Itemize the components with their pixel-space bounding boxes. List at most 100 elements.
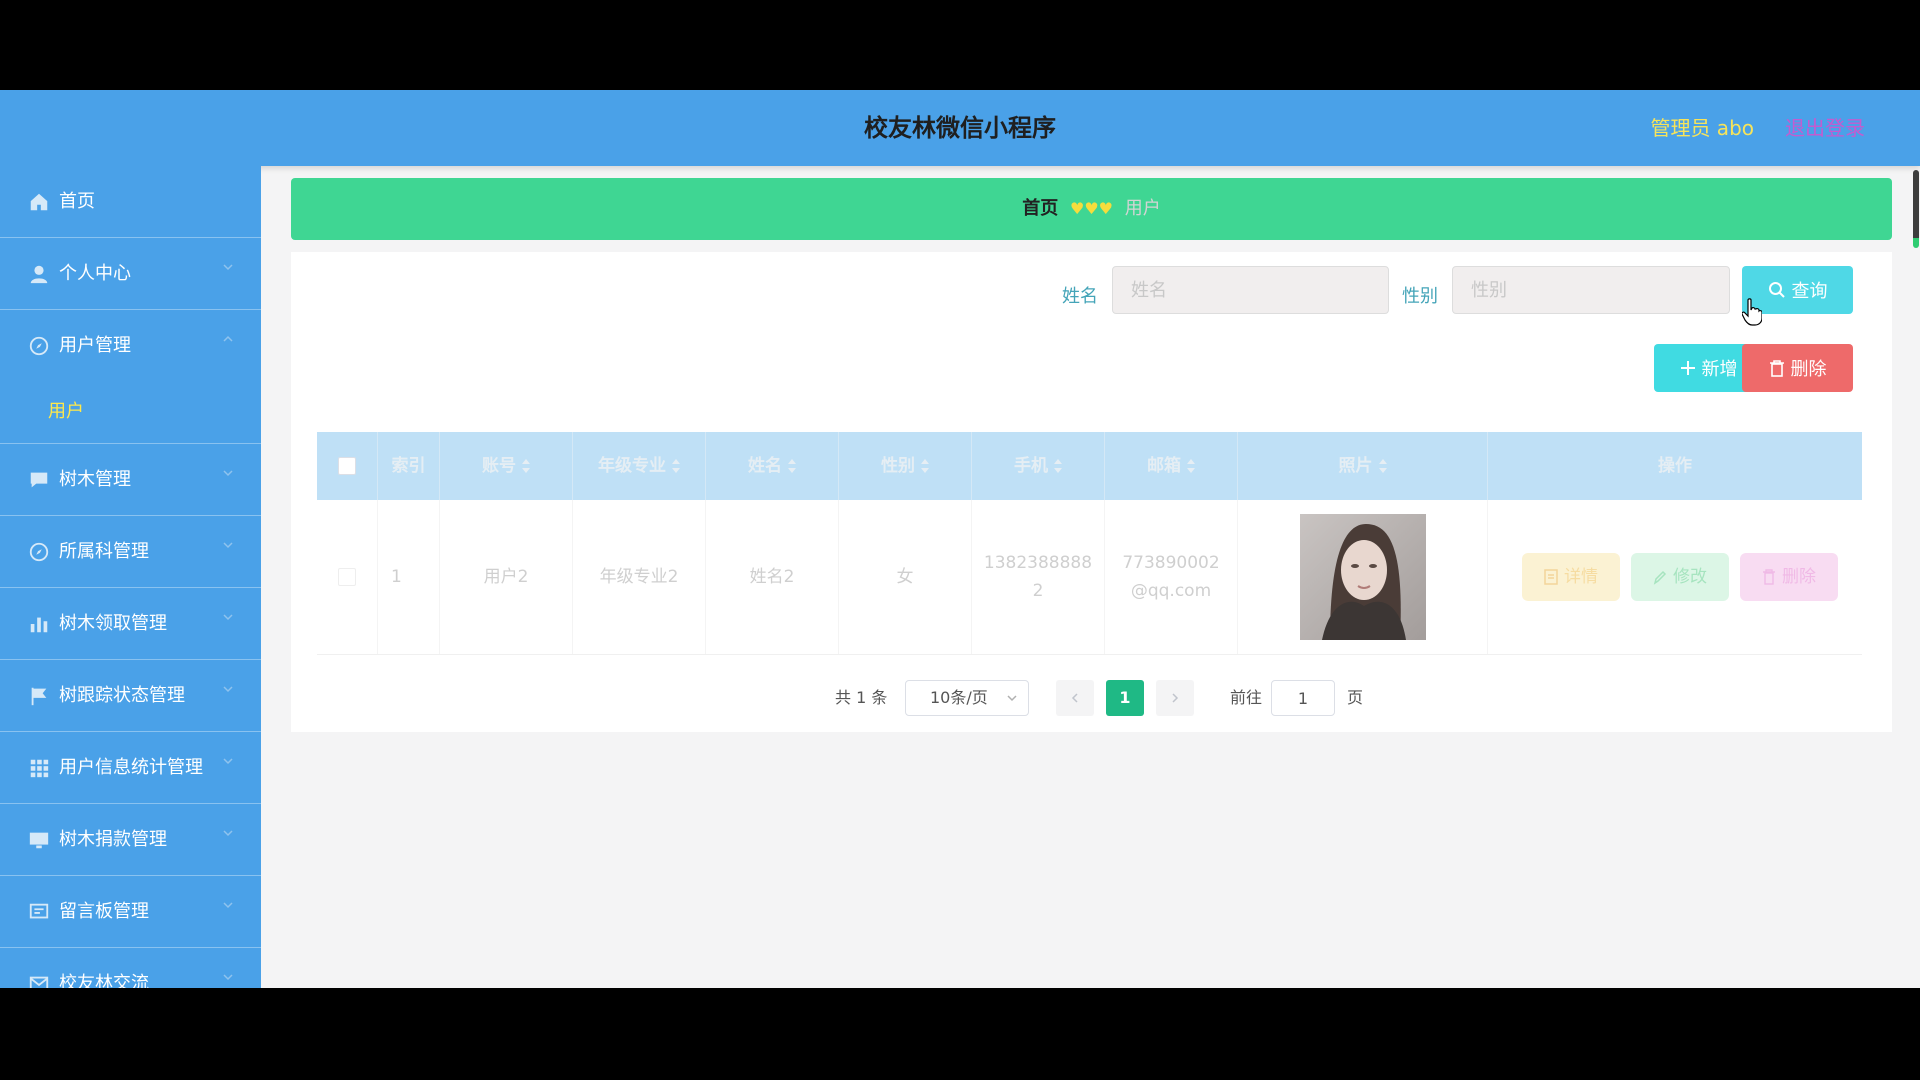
mail-icon — [29, 976, 49, 988]
app-title: 校友林微信小程序 — [864, 114, 1056, 142]
row-delete-button[interactable]: 删除 — [1740, 553, 1838, 601]
name-input[interactable] — [1112, 266, 1389, 314]
vertical-scrollbar[interactable] — [1912, 166, 1920, 988]
column-header-gender[interactable]: 性别 — [839, 432, 972, 500]
chevron-down-icon — [223, 830, 233, 837]
chevron-down-icon — [223, 264, 233, 271]
sort-icon[interactable] — [921, 459, 929, 473]
bar-chart-icon — [30, 617, 48, 633]
column-header-email[interactable]: 邮箱 — [1105, 432, 1238, 500]
select-all-checkbox[interactable] — [338, 457, 356, 475]
sort-icon[interactable] — [522, 459, 530, 473]
sidebar-item-message-board-management[interactable]: 留言板管理 — [0, 876, 261, 948]
sidebar-item-tree-claim-management[interactable]: 树木领取管理 — [0, 588, 261, 660]
sidebar-item-alumni-forest-exchange[interactable]: 校友林交流 — [0, 948, 261, 988]
column-header-grade-major[interactable]: 年级专业 — [573, 432, 706, 500]
sidebar-item-home[interactable]: 首页 — [0, 166, 261, 238]
pencil-icon — [1653, 570, 1667, 585]
goto-page-input[interactable] — [1271, 680, 1335, 716]
sidebar-item-user-management[interactable]: 用户管理 — [0, 310, 261, 381]
trash-icon — [1763, 569, 1775, 585]
sidebar-item-personal-center[interactable]: 个人中心 — [0, 238, 261, 310]
phone-line: 2 — [1032, 581, 1044, 601]
detail-button[interactable]: 详情 — [1522, 553, 1620, 601]
page-suffix-label: 页 — [1347, 688, 1364, 707]
cell-gender: 女 — [839, 500, 972, 654]
admin-label: 管理员 abo — [1650, 116, 1754, 140]
sidebar-item-label: 首页 — [59, 191, 95, 212]
column-header-phone[interactable]: 手机 — [972, 432, 1105, 500]
chevron-down-icon — [223, 542, 233, 549]
column-header-label: 邮箱 — [1147, 456, 1181, 476]
sort-icon[interactable] — [1187, 459, 1195, 473]
column-header-label: 年级专业 — [598, 456, 666, 476]
column-header-label: 索引 — [391, 456, 426, 476]
breadcrumb-home[interactable]: 首页 — [1022, 198, 1058, 219]
monitor-icon — [29, 832, 49, 849]
sidebar-item-label: 树跟踪状态管理 — [59, 685, 185, 706]
cell-phone: 1382388888 2 — [972, 500, 1105, 654]
sort-icon[interactable] — [672, 459, 680, 473]
column-header-label: 照片 — [1338, 456, 1373, 476]
cell-grade-major: 年级专业2 — [573, 500, 706, 654]
chevron-down-icon — [223, 902, 233, 909]
column-header-label: 性别 — [881, 456, 915, 476]
sidebar-item-family-management[interactable]: 所属科管理 — [0, 516, 261, 588]
add-button-label: 新增 — [1701, 359, 1738, 380]
sidebar-item-tree-management[interactable]: 树木管理 — [0, 444, 261, 516]
breadcrumb: 首页 ♥♥♥ 用户 — [291, 178, 1892, 240]
sort-icon[interactable] — [788, 459, 796, 473]
gender-input[interactable] — [1452, 266, 1730, 314]
column-header-name[interactable]: 姓名 — [706, 432, 839, 500]
edit-button[interactable]: 修改 — [1631, 553, 1729, 601]
cell-name: 姓名2 — [706, 500, 839, 654]
chevron-down-icon — [223, 686, 233, 693]
trash-icon — [1769, 360, 1784, 377]
document-icon — [1544, 569, 1558, 585]
prev-page-button[interactable] — [1056, 680, 1094, 716]
sidebar-subitem-user[interactable]: 用户 — [0, 381, 261, 444]
compass-icon — [29, 542, 49, 562]
delete-button-label: 删除 — [1790, 359, 1827, 380]
cell-account: 用户2 — [440, 500, 573, 654]
sidebar-item-user-stats-management[interactable]: 用户信息统计管理 — [0, 732, 261, 804]
message-icon — [29, 903, 49, 919]
top-header: 校友林微信小程序 管理员 abo 退出登录 — [0, 90, 1920, 166]
flag-icon — [31, 687, 47, 706]
gender-label: 性别 — [1402, 286, 1438, 307]
chevron-right-icon — [1172, 693, 1179, 703]
table-header: 索引 账号 年级专业 姓名 性别 手机 邮箱 照片 操作 — [317, 432, 1862, 500]
scrollbar-thumb[interactable] — [1913, 170, 1919, 248]
compass-icon — [29, 336, 49, 356]
pagination-total: 共 1 条 — [835, 688, 888, 707]
page-size-select[interactable]: 10条/页 — [905, 680, 1029, 716]
hand-cursor-icon — [1742, 298, 1762, 326]
column-header-account[interactable]: 账号 — [440, 432, 573, 500]
query-button-label: 查询 — [1791, 281, 1828, 302]
column-header-label: 账号 — [482, 456, 516, 476]
phone-line: 1382388888 — [983, 553, 1093, 573]
chevron-left-icon — [1071, 693, 1078, 703]
sidebar-item-label: 用户管理 — [59, 335, 131, 356]
sidebar-item-label: 个人中心 — [59, 263, 131, 284]
sort-icon[interactable] — [1054, 459, 1062, 473]
app-window: 校友林微信小程序 管理员 abo 退出登录 首页 个人中心 用户管理 用户 树木… — [0, 90, 1920, 988]
chevron-down-icon — [223, 470, 233, 477]
sort-icon[interactable] — [1378, 459, 1387, 473]
delete-button[interactable]: 删除 — [1742, 344, 1853, 392]
logout-link[interactable]: 退出登录 — [1785, 90, 1865, 166]
page-number-current[interactable]: 1 — [1106, 680, 1144, 716]
name-label: 姓名 — [1062, 286, 1098, 307]
sidebar-item-tree-tracking-management[interactable]: 树跟踪状态管理 — [0, 660, 261, 732]
row-checkbox[interactable] — [338, 568, 356, 586]
header-select-all — [317, 432, 378, 500]
sidebar-item-label: 所属科管理 — [59, 541, 149, 562]
search-icon — [1768, 282, 1785, 298]
main-content: 首页 ♥♥♥ 用户 姓名 性别 查询 新增 删除 — [261, 166, 1920, 988]
sidebar-item-label: 用户信息统计管理 — [59, 757, 203, 778]
column-header-photo[interactable]: 照片 — [1238, 432, 1488, 500]
next-page-button[interactable] — [1156, 680, 1194, 716]
sidebar-item-tree-donation-management[interactable]: 树木捐款管理 — [0, 804, 261, 876]
user-photo[interactable] — [1299, 514, 1426, 640]
goto-label: 前往 — [1230, 688, 1263, 707]
